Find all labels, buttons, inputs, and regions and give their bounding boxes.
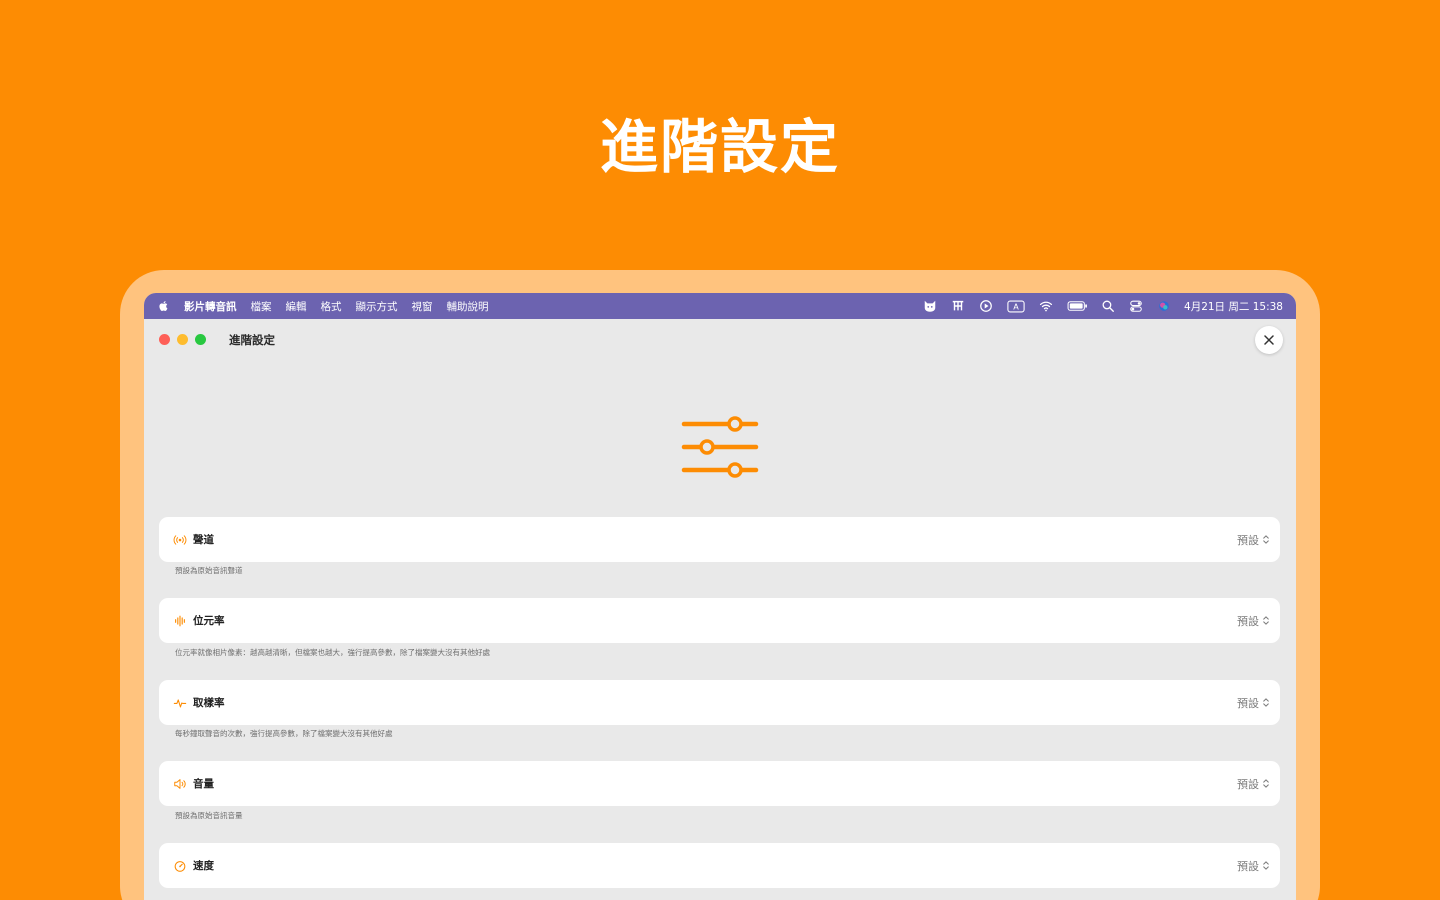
- menu-clock[interactable]: 4月21日 周二 15:38: [1184, 299, 1283, 314]
- channels-select-value: 預設: [1237, 533, 1259, 547]
- setting-row-samplerate[interactable]: 取樣率 預設: [159, 680, 1280, 725]
- menu-file[interactable]: 檔案: [251, 299, 272, 314]
- setting-label-speed: 速度: [193, 860, 214, 872]
- input-indicator-text: A: [1013, 301, 1019, 311]
- apple-icon[interactable]: [158, 300, 170, 312]
- window-zoom-button[interactable]: [195, 334, 206, 345]
- menu-app-name[interactable]: 影片轉音訊: [184, 299, 237, 314]
- menu-window[interactable]: 視窗: [412, 299, 433, 314]
- sliders-icon: [681, 416, 759, 478]
- setting-row-channels[interactable]: 聲道 預設: [159, 517, 1280, 562]
- menu-help[interactable]: 輔助說明: [447, 299, 489, 314]
- bitrate-select-value: 預設: [1237, 614, 1259, 628]
- setting-hint-samplerate: 每秒鐘取聲音的次數，強行提高參數，除了檔案變大沒有其他好處: [175, 729, 393, 738]
- app-screen: 影片轉音訊 檔案 編輯 格式 顯示方式 視窗 輔助說明 A 4月21日 周二 1…: [144, 293, 1296, 900]
- setting-hint-volume: 預設為原始音訊音量: [175, 811, 243, 820]
- page-headline: 進階設定: [599, 113, 840, 181]
- broadcast-icon: [173, 533, 187, 547]
- samplerate-select[interactable]: 預設: [1237, 695, 1270, 711]
- close-icon: [1264, 335, 1274, 345]
- setting-label-samplerate: 取樣率: [193, 697, 225, 709]
- setting-label-bitrate: 位元率: [193, 615, 225, 627]
- samplerate-select-value: 預設: [1237, 696, 1259, 710]
- setting-hint-channels: 預設為原始音訊聲道: [175, 566, 243, 575]
- volume-select[interactable]: 預設: [1237, 776, 1270, 792]
- chevron-updown-icon: [1263, 698, 1269, 707]
- window-close-button[interactable]: [159, 334, 170, 345]
- channels-select[interactable]: 預設: [1237, 532, 1270, 548]
- dismiss-button[interactable]: [1255, 326, 1283, 354]
- play-circle-icon[interactable]: [978, 299, 994, 313]
- speedometer-icon: [173, 859, 187, 873]
- speed-select[interactable]: 預設: [1237, 858, 1270, 874]
- menu-format[interactable]: 格式: [321, 299, 342, 314]
- menu-edit[interactable]: 編輯: [286, 299, 307, 314]
- input-a-icon[interactable]: A: [1006, 299, 1026, 313]
- control-center-icon[interactable]: [1128, 299, 1144, 313]
- cat-icon[interactable]: [922, 299, 938, 313]
- battery-icon[interactable]: [1066, 299, 1088, 313]
- window-minimize-button[interactable]: [177, 334, 188, 345]
- chevron-updown-icon: [1263, 535, 1269, 544]
- menu-view[interactable]: 顯示方式: [356, 299, 398, 314]
- window-title: 進階設定: [229, 333, 275, 347]
- search-icon[interactable]: [1100, 299, 1116, 313]
- waveform-icon: [173, 614, 187, 628]
- speaker-icon: [173, 777, 187, 791]
- claw-icon[interactable]: [950, 299, 966, 313]
- setting-row-bitrate[interactable]: 位元率 預設: [159, 598, 1280, 643]
- setting-hint-bitrate: 位元率就像相片像素：越高越清晰，但檔案也越大，強行提高參數，除了檔案變大沒有其他…: [175, 648, 490, 657]
- siri-icon[interactable]: [1156, 299, 1172, 313]
- menu-bar: 影片轉音訊 檔案 編輯 格式 顯示方式 視窗 輔助說明 A 4月21日 周二 1…: [144, 293, 1296, 319]
- setting-row-speed[interactable]: 速度 預設: [159, 843, 1280, 888]
- setting-label-volume: 音量: [193, 778, 214, 790]
- chevron-updown-icon: [1263, 616, 1269, 625]
- chevron-updown-icon: [1263, 779, 1269, 788]
- setting-label-channels: 聲道: [193, 534, 214, 546]
- speed-select-value: 預設: [1237, 859, 1259, 873]
- pulse-icon: [173, 696, 187, 710]
- volume-select-value: 預設: [1237, 777, 1259, 791]
- setting-row-volume[interactable]: 音量 預設: [159, 761, 1280, 806]
- chevron-updown-icon: [1263, 861, 1269, 870]
- bitrate-select[interactable]: 預設: [1237, 613, 1270, 629]
- wifi-icon[interactable]: [1038, 299, 1054, 313]
- window-titlebar: 進階設定: [144, 319, 1296, 359]
